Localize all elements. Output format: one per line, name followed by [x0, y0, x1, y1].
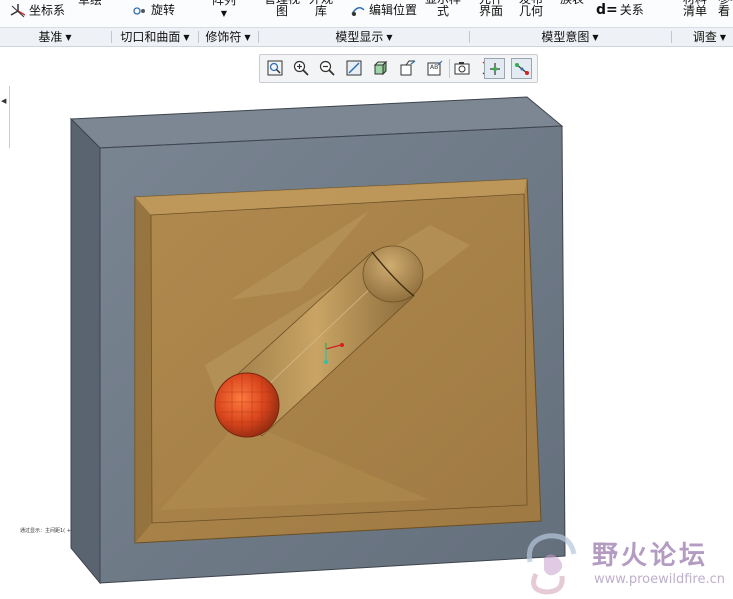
saved-orientations-icon — [400, 60, 416, 76]
publish-geometry-button[interactable]: 发布 几何 — [519, 0, 543, 17]
frame-side-face — [70, 117, 101, 585]
pin-end-cap — [362, 245, 424, 303]
coordinate-system-button[interactable]: 坐标系 — [10, 4, 65, 18]
edit-position-label: 编辑位置 — [369, 3, 418, 17]
group-datum[interactable]: 基准 ▼ — [0, 28, 110, 46]
zoom-in-icon — [293, 60, 309, 76]
pattern-label: 阵列 — [212, 0, 237, 7]
ribbon-group-bar: 基准 ▼ 切口和曲面 ▼ 修饰符 ▼ 模型显示 ▼ 模型意图 ▼ 调查 ▼ — [0, 27, 733, 47]
pattern-button[interactable]: 阵列 ▼ — [212, 0, 236, 20]
view-manager-camera-button[interactable] — [452, 58, 473, 79]
chevron-down-icon: ▼ — [183, 33, 190, 42]
sketch-button[interactable]: 草绘 — [78, 0, 102, 6]
forum-logo-icon — [526, 533, 577, 595]
display-style-button[interactable]: 显示样 式 — [425, 0, 461, 17]
csys-x-tip — [340, 343, 344, 347]
group-cut-surface-label: 切口和曲面 — [120, 30, 181, 44]
manage-views-button[interactable]: 管理视 图 — [264, 0, 300, 17]
spin-center-icon — [490, 63, 500, 75]
display-style-icon — [373, 60, 388, 76]
edit-position-icon — [351, 7, 365, 16]
display-style-label: 显示样 式 — [425, 0, 461, 18]
reference-viewer-button[interactable]: 参考 看 — [718, 0, 733, 17]
relations-button[interactable]: d= 关系 — [596, 2, 644, 18]
view-manager-button[interactable]: AB — [425, 58, 446, 79]
chevron-down-icon: ▼ — [386, 33, 393, 42]
view-manager-icon: AB — [427, 60, 443, 76]
appearance-library-label: 外观 库 — [309, 0, 333, 18]
graphics-viewport[interactable] — [0, 86, 733, 599]
display-style-button[interactable] — [371, 58, 392, 79]
group-model-display-label: 模型显示 — [335, 30, 384, 44]
annotation-display-button[interactable] — [511, 58, 532, 79]
edit-position-button[interactable]: 编辑位置 — [350, 4, 417, 17]
chevron-down-icon: ▼ — [244, 33, 251, 42]
view-manager-camera-icon — [454, 62, 470, 75]
repaint-icon — [346, 60, 362, 76]
appearance-library-button[interactable]: 外观 库 — [309, 0, 333, 17]
coordinate-system-label: 坐标系 — [29, 3, 66, 18]
reference-viewer-label: 参考 看 — [718, 0, 733, 18]
group-model-intent-label: 模型意图 — [541, 30, 590, 44]
gate-sphere — [214, 372, 280, 438]
component-interface-button[interactable]: 元件 界面 — [479, 0, 503, 17]
revolve-icon — [133, 6, 145, 15]
viewport-status-text: 通过显示：主间距1( + — [20, 528, 71, 534]
manage-views-label: 管理视 图 — [264, 0, 300, 18]
forum-watermark: 野火论坛 www.proewildfire.cn — [522, 532, 733, 599]
zoom-out-icon — [319, 60, 335, 76]
spin-center-button[interactable] — [484, 58, 505, 79]
bill-of-materials-label: 材料 清单 — [683, 0, 708, 18]
sketch-label: 草绘 — [78, 0, 103, 7]
group-model-intent[interactable]: 模型意图 ▼ — [470, 28, 670, 46]
revolve-label: 旋转 — [151, 3, 176, 17]
pattern-dropdown-icon: ▼ — [220, 9, 228, 18]
chevron-down-icon: ▼ — [719, 33, 727, 42]
family-table-label: 族表 — [560, 0, 584, 6]
csys-y-tip — [324, 360, 328, 364]
relations-label: 关系 — [619, 3, 644, 17]
svg-text:AB: AB — [430, 64, 438, 71]
chevron-down-icon: ▼ — [592, 33, 599, 42]
publish-geometry-label: 发布 几何 — [519, 0, 544, 18]
bill-of-materials-button[interactable]: 材料 清单 — [683, 0, 707, 17]
zoom-refit-icon — [267, 60, 283, 76]
zoom-out-button[interactable] — [317, 58, 338, 79]
group-cut-surface[interactable]: 切口和曲面 ▼ — [112, 28, 198, 46]
graphics-toolbar: AB x — [259, 54, 538, 83]
repaint-button[interactable] — [344, 58, 365, 79]
group-datum-label: 基准 — [38, 30, 63, 44]
saved-orientations-button[interactable] — [398, 58, 419, 79]
refit-button[interactable] — [265, 58, 286, 79]
ribbon: 坐标系 草绘 旋转 阵列 ▼ 管理视 图 外观 库 编辑位置 显示样 式 元件 界… — [0, 0, 733, 27]
coordinate-system-icon — [10, 4, 26, 18]
annotation-display-icon — [515, 63, 529, 75]
family-table-button[interactable]: 族表 — [560, 0, 584, 5]
group-model-display[interactable]: 模型显示 ▼ — [259, 28, 469, 46]
chevron-down-icon: ▼ — [65, 33, 72, 42]
toolbar-divider — [449, 59, 450, 78]
group-investigate-label: 调查 — [692, 30, 717, 44]
watermark-url: www.proewildfire.cn — [594, 572, 725, 587]
relations-icon: d= — [596, 2, 618, 18]
revolve-button[interactable]: 旋转 — [132, 4, 175, 17]
group-modifiers[interactable]: 修饰符 ▼ — [199, 28, 257, 46]
watermark-title: 野火论坛 — [592, 541, 709, 571]
zoom-in-button[interactable] — [291, 58, 312, 79]
group-modifiers-label: 修饰符 — [205, 30, 242, 44]
component-interface-label: 元件 界面 — [479, 0, 504, 18]
group-investigate[interactable]: 调查 ▼ — [672, 28, 733, 46]
cavity-inner-wall — [135, 197, 152, 543]
